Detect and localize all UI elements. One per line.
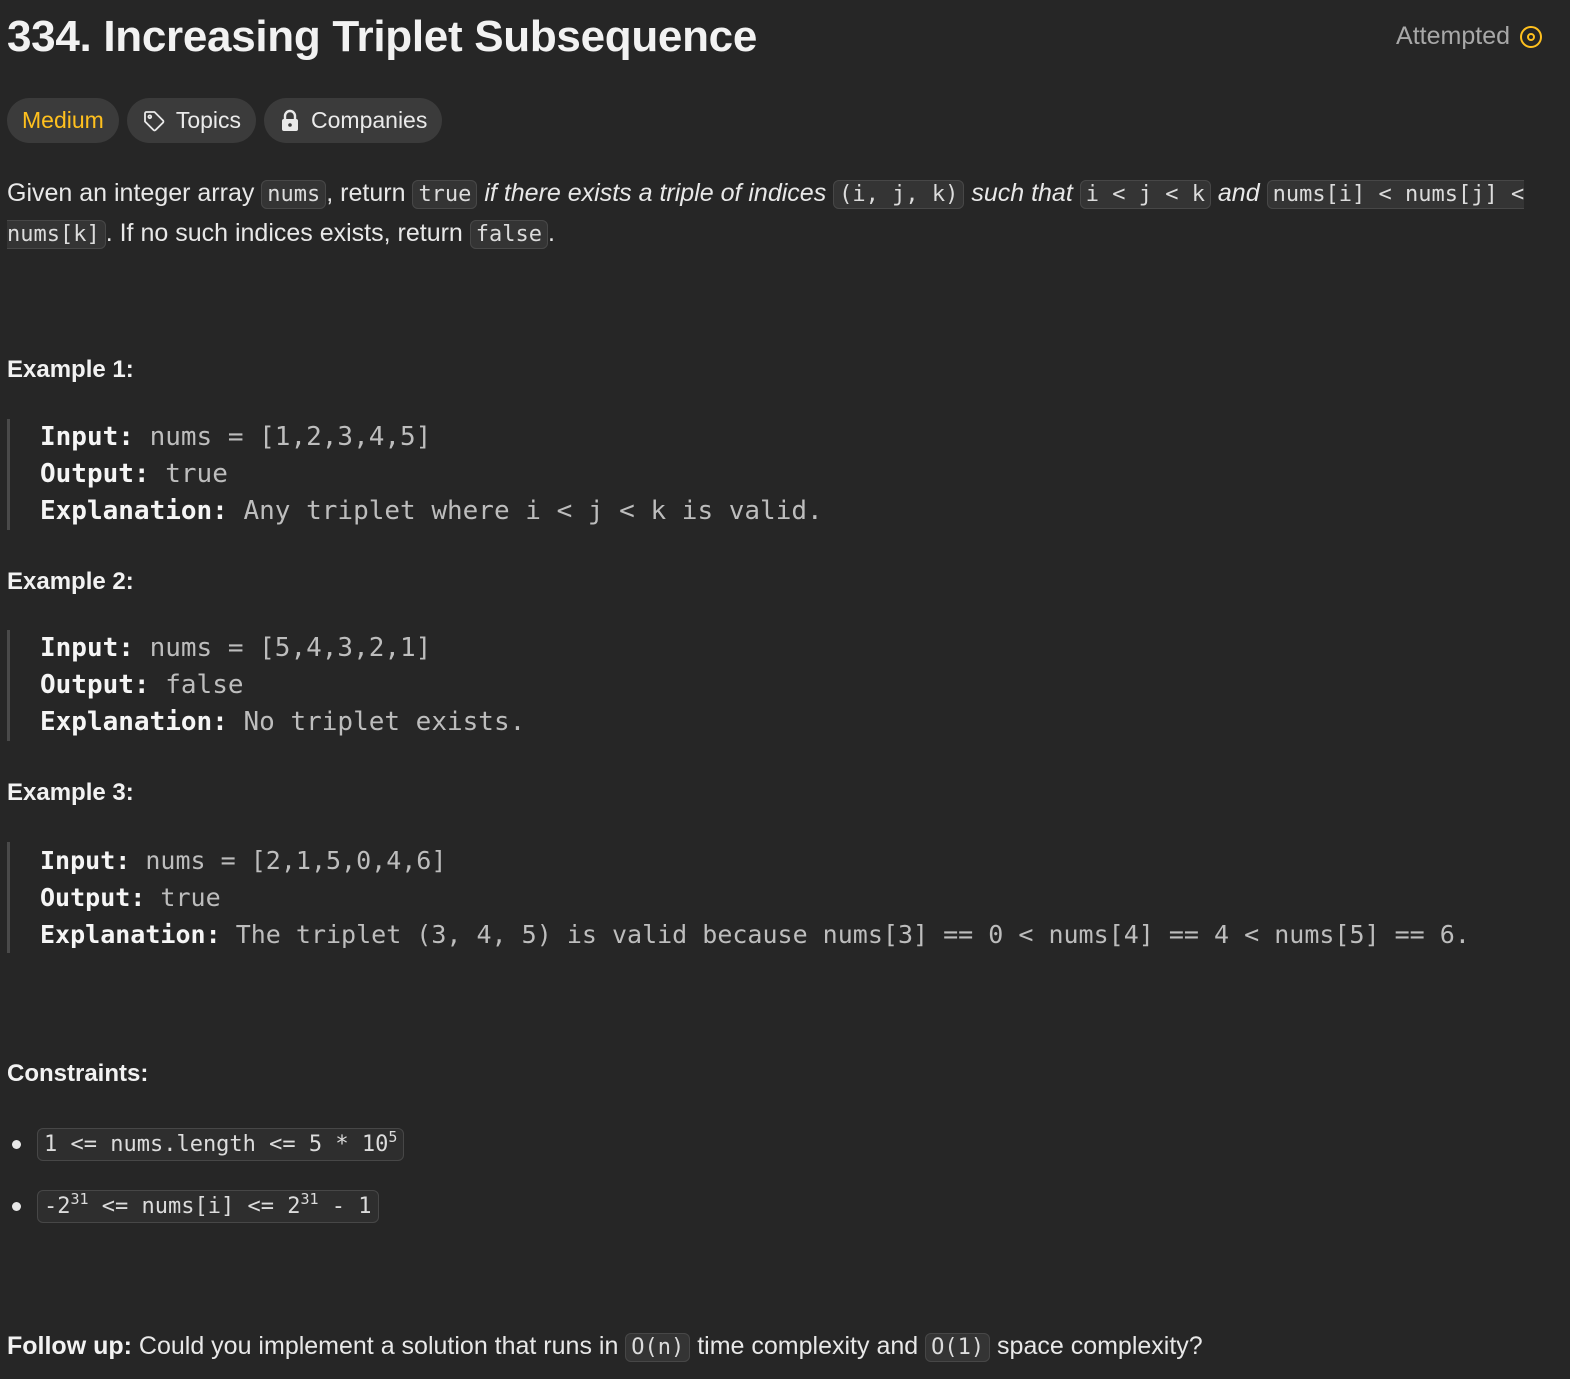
output-label: Output: (40, 883, 146, 912)
constraint-text: 1 <= nums.length <= 5 * 10 (44, 1131, 389, 1157)
explanation-value: No triplet exists. (243, 707, 526, 737)
superscript: 31 (300, 1189, 319, 1208)
companies-button[interactable]: Companies (264, 98, 443, 143)
input-label: Input: (40, 633, 134, 663)
output-value: false (165, 670, 244, 700)
constraint-text: <= nums[i] <= 2 (88, 1193, 301, 1219)
lock-icon (279, 109, 301, 133)
desc-text: Given an integer array (7, 179, 262, 207)
explanation-label: Explanation: (40, 920, 221, 949)
constraint-text: -2 (44, 1193, 71, 1219)
example-explanation: Explanation: Any triplet where i < j < k… (40, 493, 823, 530)
follow-up-text: Could you implement a solution that runs… (131, 1332, 626, 1360)
constraints-heading: Constraints: (7, 1060, 149, 1087)
input-label: Input: (40, 422, 134, 452)
code-true: true (412, 180, 478, 209)
explanation-label: Explanation: (40, 707, 228, 737)
input-value: nums = [5,4,3,2,1] (149, 633, 432, 663)
desc-text: , return (326, 179, 413, 207)
tag-row: Medium Topics Companies (7, 98, 443, 143)
desc-text: . If no such indices exists, return (105, 219, 470, 247)
example-output: Output: true (40, 456, 823, 493)
output-value: true (160, 883, 221, 912)
example-1-heading: Example 1: (7, 356, 134, 383)
tag-icon (142, 109, 166, 133)
explanation-value: Any triplet where i < j < k is valid. (243, 496, 823, 526)
constraint-code: 1 <= nums.length <= 5 * 105 (37, 1127, 405, 1161)
output-label: Output: (40, 670, 150, 700)
code-condition: i < j < k (1079, 180, 1211, 209)
status-label: Attempted (1396, 22, 1510, 50)
input-value: nums = [1,2,3,4,5] (149, 422, 432, 452)
follow-up-label: Follow up: (7, 1332, 132, 1360)
example-explanation: Explanation: The triplet (3, 4, 5) is va… (40, 916, 1470, 953)
constraint-text: - 1 (318, 1193, 372, 1219)
example-3-heading: Example 3: (7, 779, 134, 806)
code-indices: (i, j, k) (833, 180, 965, 209)
desc-text: . (548, 219, 555, 247)
example-1-block: Input: nums = [1,2,3,4,5] Output: true E… (7, 419, 823, 530)
follow-up: Follow up: Could you implement a solutio… (7, 1326, 1203, 1368)
topics-button[interactable]: Topics (126, 98, 257, 143)
code-nums: nums (261, 180, 327, 209)
bullet-dot (12, 1202, 21, 1211)
topics-label: Topics (175, 107, 242, 133)
difficulty-badge: Medium (7, 98, 119, 143)
constraint-item: 1 <= nums.length <= 5 * 105 (7, 1124, 405, 1164)
attempted-icon (1520, 25, 1542, 48)
output-label: Output: (40, 459, 150, 489)
companies-label: Companies (311, 107, 428, 133)
bullet-dot (12, 1140, 21, 1149)
input-value: nums = [2,1,5,0,4,6] (145, 846, 447, 875)
code-time: O(n) (625, 1333, 691, 1362)
constraint-item: -231 <= nums[i] <= 231 - 1 (7, 1186, 404, 1226)
output-value: true (165, 459, 228, 489)
example-input: Input: nums = [2,1,5,0,4,6] (40, 842, 1470, 879)
desc-italic: such that (971, 179, 1073, 207)
example-input: Input: nums = [5,4,3,2,1] (40, 630, 525, 667)
code-false: false (469, 220, 549, 249)
status-attempted: Attempted (1396, 22, 1542, 51)
constraint-code: -231 <= nums[i] <= 231 - 1 (37, 1189, 379, 1223)
input-label: Input: (40, 846, 131, 875)
example-output: Output: true (40, 879, 1470, 916)
code-space: O(1) (925, 1333, 991, 1362)
example-explanation: Explanation: No triplet exists. (40, 704, 525, 741)
desc-italic: and (1217, 179, 1260, 207)
follow-up-text: time complexity and (690, 1332, 926, 1360)
explanation-value: The triplet (3, 4, 5) is valid because n… (235, 920, 1470, 949)
example-output: Output: false (40, 667, 525, 704)
follow-up-text: space complexity? (990, 1332, 1203, 1360)
explanation-label: Explanation: (40, 496, 228, 526)
example-2-heading: Example 2: (7, 568, 134, 595)
problem-title: 334. Increasing Triplet Subsequence (7, 12, 758, 61)
problem-description: Given an integer array nums, return true… (7, 174, 1547, 254)
example-2-block: Input: nums = [5,4,3,2,1] Output: false … (7, 630, 525, 741)
superscript: 5 (388, 1127, 398, 1146)
example-3-block: Input: nums = [2,1,5,0,4,6] Output: true… (7, 842, 1470, 953)
desc-italic: if there exists a triple of indices (484, 179, 827, 207)
constraints-list: 1 <= nums.length <= 5 * 105 -231 <= nums… (7, 1124, 405, 1226)
superscript: 31 (70, 1189, 89, 1208)
example-input: Input: nums = [1,2,3,4,5] (40, 419, 823, 456)
